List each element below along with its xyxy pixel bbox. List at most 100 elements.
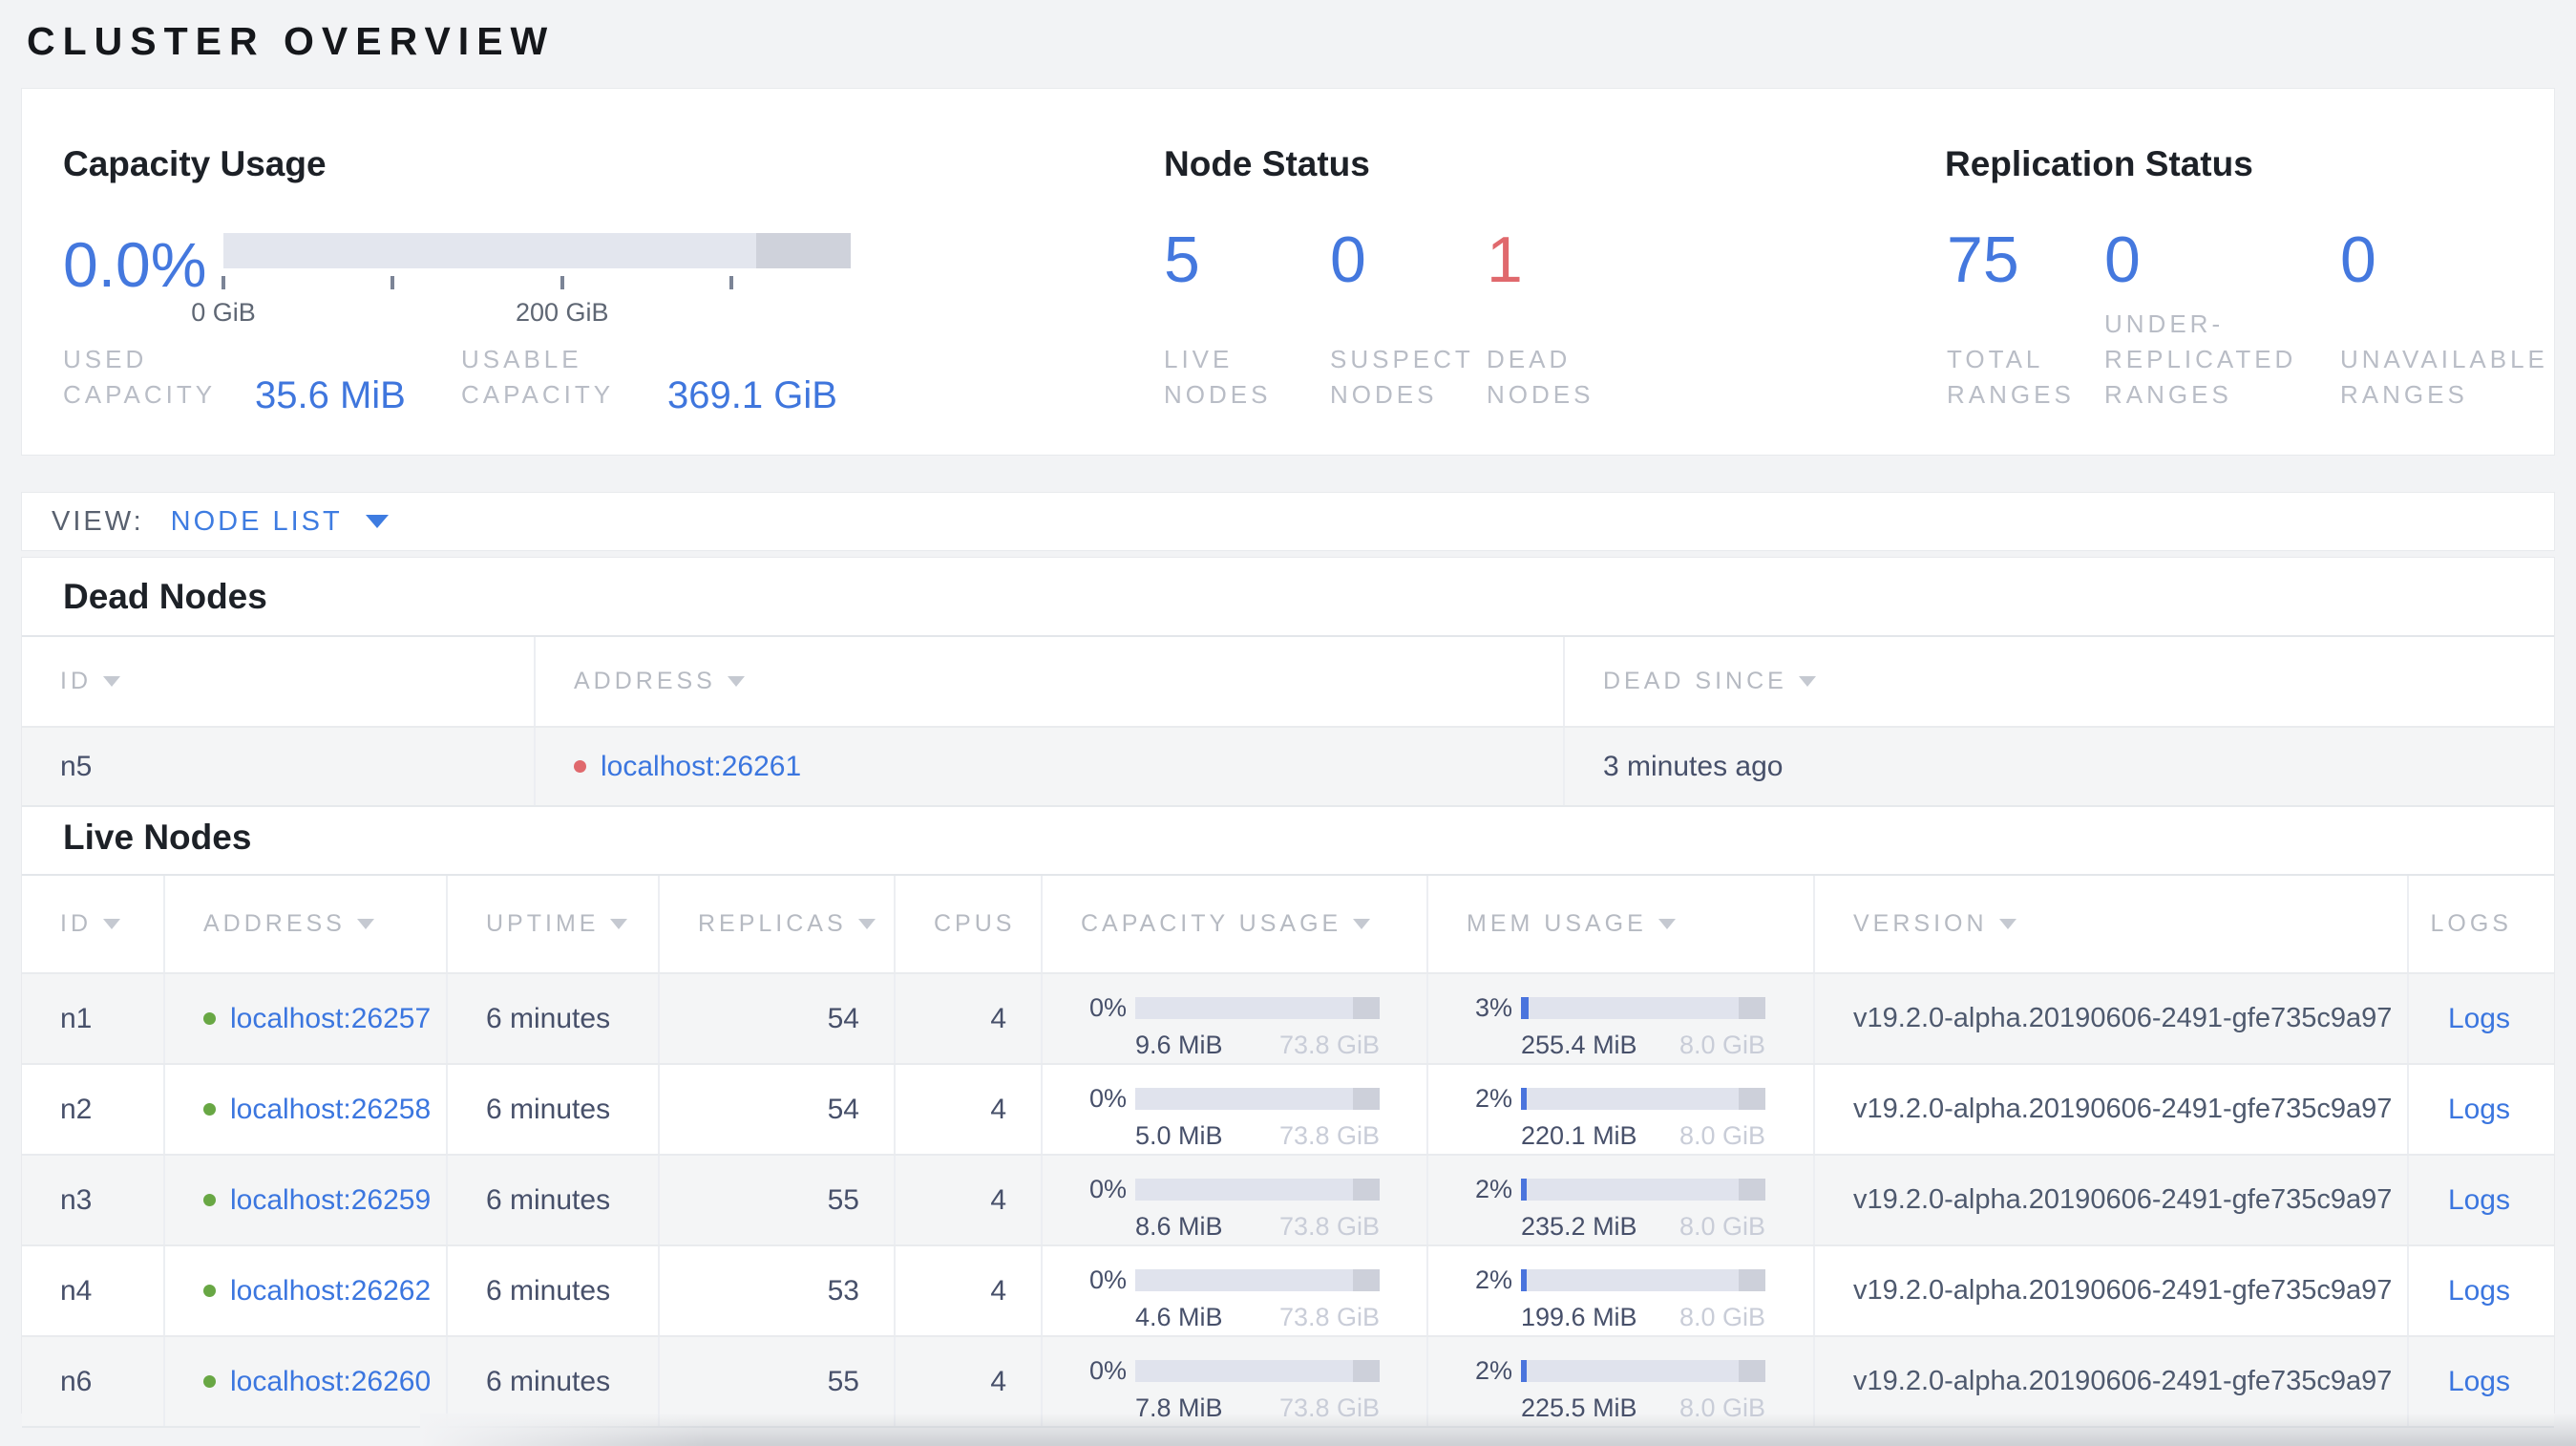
sort-arrow-icon (727, 676, 745, 687)
column-header-capacity-usage[interactable]: CAPACITY USAGE (1041, 876, 1426, 972)
unavailable-ranges-count: 0 (2340, 223, 2376, 296)
mem-used-value: 220.1 MiB (1521, 1121, 1637, 1150)
node-id-cell: n3 (60, 1183, 93, 1216)
column-header-dead-since[interactable]: DEAD SINCE (1563, 637, 2554, 726)
uptime-cell: 6 minutes (446, 974, 658, 1063)
dead-nodes-count: 1 (1487, 223, 1523, 296)
live-status-dot-icon (203, 1012, 216, 1025)
capacity-usage-cell: 0% 9.6 MiB 73.8 GiB (1041, 974, 1426, 1063)
node-address-link[interactable]: localhost:26258 (230, 1094, 431, 1126)
version-cell: v19.2.0-alpha.20190606-2491-gfe735c9a97 (1813, 1246, 2407, 1335)
logs-cell: Logs (2407, 1246, 2554, 1335)
logs-link[interactable]: Logs (2448, 1275, 2510, 1308)
chevron-down-icon[interactable] (365, 515, 389, 528)
node-address-link[interactable]: localhost:26259 (230, 1184, 431, 1217)
usable-capacity-label: USABLE CAPACITY (461, 345, 615, 409)
capacity-bar-reserved-segment (1352, 1179, 1380, 1201)
table-row: n2 localhost:26258 6 minutes 54 4 0% 5.0… (22, 1063, 2554, 1154)
axis-tick-label: 200 GiB (515, 298, 609, 327)
capacity-bar-reserved-segment (756, 233, 851, 268)
column-header-replicas[interactable]: REPLICAS (658, 876, 894, 972)
mem-usage-cell: 2% 235.2 MiB 8.0 GiB (1426, 1156, 1813, 1244)
mem-total-value: 8.0 GiB (1679, 1121, 1765, 1150)
capacity-bar-reserved-segment (1352, 1269, 1380, 1291)
capacity-usage-bar (1135, 997, 1380, 1019)
node-address-cell: localhost:26262 (163, 1246, 446, 1335)
table-row: n1 localhost:26257 6 minutes 54 4 0% 9.6… (22, 972, 2554, 1063)
node-id-cell: n1 (60, 1002, 93, 1034)
capacity-percent-label: 0% (1088, 1356, 1127, 1385)
node-address-link[interactable]: localhost:26262 (230, 1275, 431, 1308)
live-status-dot-icon (203, 1194, 216, 1206)
mem-usage-bar (1521, 1269, 1765, 1291)
sort-arrow-icon (103, 919, 120, 929)
cpus-cell: 4 (894, 1246, 1041, 1335)
view-bar: VIEW: NODE LIST (21, 492, 2555, 551)
unavailable-ranges-label: UNAVAILABLE RANGES (2340, 345, 2548, 409)
column-header-address[interactable]: ADDRESS (163, 876, 446, 972)
capacity-percent-label: 0% (1088, 1265, 1127, 1294)
node-address-link[interactable]: localhost:26260 (230, 1366, 431, 1398)
column-header-id[interactable]: ID (22, 876, 163, 972)
mem-bar-reserved-segment (1738, 1088, 1765, 1110)
mem-bar-reserved-segment (1738, 1360, 1765, 1382)
node-address-link[interactable]: localhost:26261 (601, 751, 801, 783)
node-id-cell: n5 (60, 750, 93, 782)
logs-link[interactable]: Logs (2448, 1003, 2510, 1035)
capacity-percent-label: 0% (1088, 1084, 1127, 1113)
column-header-address[interactable]: ADDRESS (534, 637, 1563, 726)
dead-nodes-table: ID ADDRESS DEAD SINCE n5 localhost:26261… (22, 635, 2554, 807)
node-address-cell: localhost:26261 (534, 728, 1563, 805)
mem-usage-cell: 2% 199.6 MiB 8.0 GiB (1426, 1246, 1813, 1335)
sort-arrow-icon (857, 919, 876, 929)
live-nodes-stat: 5 LIVE NODES (1164, 223, 1312, 413)
mem-percent-label: 2% (1474, 1084, 1512, 1113)
capacity-usage-bar (1135, 1269, 1380, 1291)
capacity-usage-title: Capacity Usage (63, 144, 327, 183)
view-selector[interactable]: NODE LIST (171, 506, 343, 538)
page-title: CLUSTER OVERVIEW (27, 19, 556, 63)
dead-nodes-table-header: ID ADDRESS DEAD SINCE (22, 635, 2554, 726)
mem-percent-label: 2% (1474, 1265, 1512, 1294)
used-capacity-value: 35.6 MiB (255, 374, 406, 416)
cluster-overview-page: CLUSTER OVERVIEW Capacity Usage 0.0% 0 G… (0, 0, 2576, 1446)
node-address-link[interactable]: localhost:26257 (230, 1003, 431, 1035)
logs-link[interactable]: Logs (2448, 1366, 2510, 1398)
view-label: VIEW: (52, 505, 144, 537)
uptime-cell: 6 minutes (446, 1246, 658, 1335)
axis-tick (391, 276, 395, 289)
capacity-used-value: 5.0 MiB (1135, 1121, 1223, 1150)
mem-usage-bar (1521, 997, 1765, 1019)
mem-bar-fill (1521, 1088, 1528, 1110)
sort-arrow-icon (1353, 919, 1371, 929)
mem-bar-fill (1521, 1179, 1528, 1201)
mem-total-value: 8.0 GiB (1679, 1303, 1765, 1331)
nodes-card: Dead Nodes ID ADDRESS DEAD SINCE n5 loca… (21, 557, 2555, 1428)
logs-link[interactable]: Logs (2448, 1184, 2510, 1217)
column-header-mem-usage[interactable]: MEM USAGE (1426, 876, 1813, 972)
mem-usage-cell: 2% 220.1 MiB 8.0 GiB (1426, 1065, 1813, 1154)
capacity-total-value: 73.8 GiB (1278, 1121, 1380, 1150)
column-header-uptime[interactable]: UPTIME (446, 876, 658, 972)
column-header-id[interactable]: ID (22, 637, 534, 726)
dead-status-dot-icon (574, 760, 586, 773)
mem-total-value: 8.0 GiB (1679, 1212, 1765, 1241)
dead-nodes-section-title: Dead Nodes (63, 577, 267, 616)
capacity-total-value: 73.8 GiB (1278, 1212, 1380, 1241)
capacity-used-value: 4.6 MiB (1135, 1303, 1223, 1331)
column-header-logs: LOGS (2407, 876, 2554, 972)
replicas-cell: 55 (658, 1156, 894, 1244)
node-address-cell: localhost:26257 (163, 974, 446, 1063)
table-row: n4 localhost:26262 6 minutes 53 4 0% 4.6… (22, 1244, 2554, 1335)
capacity-percent-label: 0% (1088, 993, 1127, 1022)
sort-arrow-icon (1798, 676, 1816, 687)
mem-total-value: 8.0 GiB (1679, 1031, 1765, 1059)
column-header-version[interactable]: VERSION (1813, 876, 2407, 972)
dead-nodes-label: DEAD NODES (1487, 345, 1594, 409)
logs-link[interactable]: Logs (2448, 1094, 2510, 1126)
capacity-usage-cell: 0% 8.6 MiB 73.8 GiB (1041, 1156, 1426, 1244)
live-nodes-table-header: ID ADDRESS UPTIME REPLICAS CPUS CAPACITY… (22, 874, 2554, 972)
live-nodes-label: LIVE NODES (1164, 345, 1272, 409)
capacity-used-value: 8.6 MiB (1135, 1212, 1223, 1241)
mem-used-value: 235.2 MiB (1521, 1212, 1637, 1241)
